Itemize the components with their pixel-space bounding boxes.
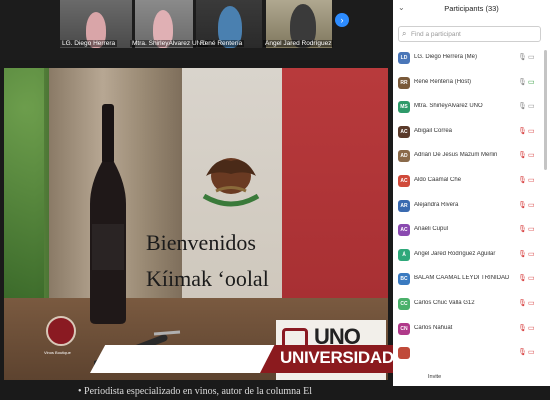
- participant-row[interactable]: BC BALAM CAAMAL LEYDI TRINIDAD 🎙 ▭: [393, 269, 543, 293]
- participant-name: Carlos Nahuat: [414, 324, 453, 331]
- tile-name: LG. Diego Herrera: [60, 40, 118, 47]
- mic-muted-icon[interactable]: 🎙: [518, 201, 527, 209]
- tile-names: LG. Diego Herrera Mtra. ShirleyAlvarez U…: [0, 40, 393, 50]
- mic-muted-icon[interactable]: 🎙: [518, 127, 527, 135]
- participant-name: BALAM CAAMAL LEYDI TRINIDAD: [414, 275, 510, 282]
- search-input[interactable]: [411, 28, 536, 40]
- participant-row[interactable]: AC Anaeli Cupul 🎙 ▭: [393, 220, 543, 244]
- banner-white-band: [90, 345, 280, 373]
- tile-name: René Rentería: [198, 40, 245, 47]
- video-off-icon[interactable]: ▭: [528, 274, 535, 282]
- participant-row[interactable]: AD Adrián De Jesus Mazum Merlin 🎙 ▭: [393, 146, 543, 170]
- chevron-right-icon[interactable]: ›: [335, 13, 349, 27]
- participant-row[interactable]: AC Abigail Correa 🎙 ▭: [393, 122, 543, 146]
- video-off-icon[interactable]: ▭: [528, 348, 535, 356]
- video-off-icon[interactable]: ▭: [528, 324, 535, 332]
- avatar: BC: [398, 273, 410, 286]
- participant-name: Aldo Caamal Che: [414, 177, 462, 183]
- participants-footer: Invite: [393, 370, 550, 386]
- video-off-icon[interactable]: ▭: [528, 151, 535, 159]
- avatar: [398, 347, 410, 360]
- participant-name: Abigail Correa: [414, 127, 453, 134]
- participants-panel: ⌄ Participants (33) ⌕ LD LG. Diego Herrer…: [393, 0, 550, 386]
- participants-title: Participants (33): [444, 4, 499, 13]
- welcome-subheading: Kíimak ‘oolal: [146, 266, 269, 291]
- participant-row[interactable]: RR René Rentería (Host) 🎙 ▭: [393, 73, 543, 97]
- video-off-icon[interactable]: ▭: [528, 201, 535, 209]
- participant-name: Alejandra Rivera: [414, 201, 459, 208]
- mic-muted-icon[interactable]: 🎙: [518, 176, 527, 184]
- participant-row[interactable]: 🎙 ▭: [393, 343, 543, 367]
- avatar: MS: [398, 101, 410, 114]
- mic-muted-icon[interactable]: 🎙: [518, 274, 527, 282]
- microphone-icon[interactable]: 🎙: [518, 102, 527, 110]
- participant-search: ⌕: [398, 26, 541, 42]
- mic-muted-icon[interactable]: 🎙: [518, 225, 527, 233]
- video-camera-icon[interactable]: ▭: [528, 78, 535, 86]
- avatar: CN: [398, 322, 410, 335]
- participant-row[interactable]: AC Aldo Caamal Che 🎙 ▭: [393, 171, 543, 195]
- avatar: AC: [398, 224, 410, 237]
- brand-logo-text: Vinos Boutique: [44, 350, 71, 355]
- wine-bottle: [90, 104, 126, 324]
- avatar: RR: [398, 76, 410, 89]
- video-off-icon[interactable]: ▭: [528, 299, 535, 307]
- avatar: Á: [398, 248, 410, 261]
- participant-name: LG. Diego Herrera (Me): [414, 54, 478, 60]
- avatar: AC: [398, 175, 410, 187]
- participant-name: René Rentería (Host): [414, 78, 472, 85]
- video-off-icon[interactable]: ▭: [528, 127, 535, 135]
- participant-row[interactable]: AR Alejandra Rivera 🎙 ▭: [393, 196, 543, 220]
- search-icon: ⌕: [402, 29, 407, 38]
- participant-row[interactable]: LD LG. Diego Herrera (Me) 🎙 ▭: [393, 48, 543, 72]
- avatar: CC: [398, 298, 410, 310]
- participant-name: Ángel Jared Rodríguez Aguilar: [414, 250, 496, 257]
- microphone-icon[interactable]: 🎙: [518, 53, 527, 61]
- participant-row[interactable]: CC Carlos Chuc Valla G12 🎙 ▭: [393, 294, 543, 318]
- mic-muted-icon[interactable]: 🎙: [518, 299, 527, 307]
- eagle-emblem-icon: [202, 158, 260, 207]
- participants-header: ⌄ Participants (33): [393, 0, 550, 18]
- participant-row[interactable]: Á Ángel Jared Rodríguez Aguilar 🎙 ▭: [393, 245, 543, 269]
- mic-muted-icon[interactable]: 🎙: [518, 348, 527, 356]
- scrollbar-thumb[interactable]: [544, 50, 547, 170]
- zoom-window: LG. Diego Herrera Mtra. ShirleyAlvarez U…: [0, 0, 550, 400]
- tile-name: Ángel Jared Rodríguez Aguilar: [263, 40, 333, 47]
- microphone-icon[interactable]: 🎙: [518, 78, 527, 86]
- video-strip: LG. Diego Herrera Mtra. ShirleyAlvarez U…: [0, 0, 393, 60]
- mic-muted-icon[interactable]: 🎙: [518, 151, 527, 159]
- participant-row[interactable]: MS Mtra. ShirleyAlvarez UNO 🎙 ▭: [393, 97, 543, 121]
- avatar: AC: [398, 125, 410, 138]
- participant-name: Carlos Chuc Valla G12: [414, 300, 475, 306]
- avatar: AR: [398, 199, 410, 212]
- participant-name: Mtra. ShirleyAlvarez UNO: [414, 103, 483, 110]
- welcome-heading: Bienvenidos: [146, 230, 256, 255]
- brand-logo: [46, 316, 76, 346]
- avatar: AD: [398, 150, 410, 163]
- participant-name: Anaeli Cupul: [414, 226, 449, 233]
- video-camera-icon[interactable]: ▭: [528, 102, 535, 110]
- participant-list: LD LG. Diego Herrera (Me) 🎙 ▭ RR René Renterí…: [393, 48, 543, 370]
- scrollbar[interactable]: [543, 48, 548, 370]
- video-off-icon[interactable]: ▭: [528, 225, 535, 233]
- participant-name: Adrián De Jesus Mazum Merlin: [414, 152, 498, 159]
- flag-red-stripe: [282, 68, 388, 298]
- video-off-icon[interactable]: ▭: [528, 250, 535, 258]
- participant-row[interactable]: CN Carlos Nahuat 🎙 ▭: [393, 319, 543, 343]
- mic-muted-icon[interactable]: 🎙: [518, 324, 527, 332]
- mic-muted-icon[interactable]: 🎙: [518, 250, 527, 258]
- avatar: LD: [398, 52, 410, 64]
- video-off-icon[interactable]: ▭: [528, 176, 535, 184]
- tile-name: Mtra. ShirleyAlvarez UNO: [130, 40, 209, 47]
- video-camera-icon[interactable]: ▭: [528, 53, 535, 61]
- shared-screen: Bienvenidos Kíimak ‘oolal Vinos Boutique…: [4, 68, 388, 380]
- invite-button[interactable]: Invite: [428, 374, 441, 380]
- slide-bullet-text: • Periodista especializado en vinos, aut…: [78, 386, 312, 397]
